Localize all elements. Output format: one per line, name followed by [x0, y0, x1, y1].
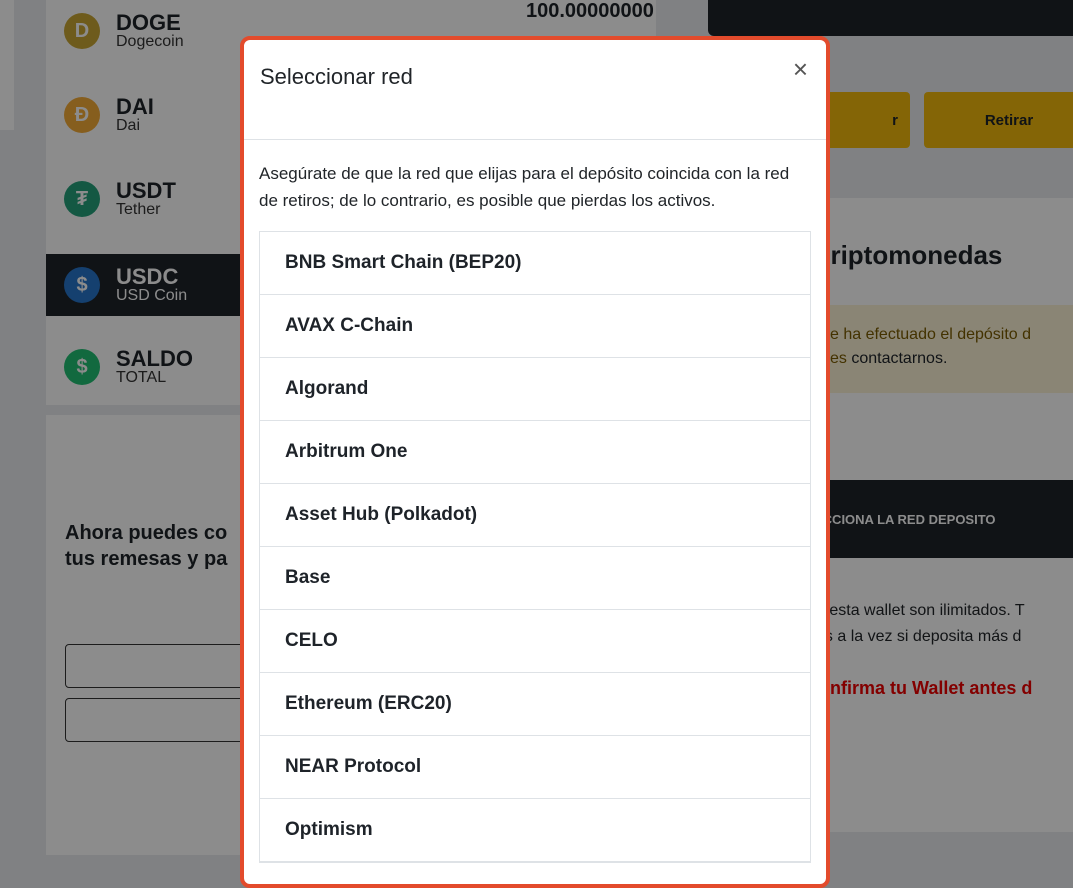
network-option[interactable]: Asset Hub (Polkadot)	[260, 484, 810, 548]
modal-description: Asegúrate de que la red que elijas para …	[259, 164, 790, 211]
network-option[interactable]: AVAX C-Chain	[260, 295, 810, 359]
modal-title: Seleccionar red	[260, 64, 413, 89]
network-list: BNB Smart Chain (BEP20) AVAX C-Chain Algor…	[259, 231, 811, 864]
network-option[interactable]: NEAR Protocol	[260, 736, 810, 800]
modal-header: Seleccionar red ×	[244, 40, 826, 140]
network-option[interactable]: Arbitrum One	[260, 421, 810, 485]
close-icon[interactable]: ×	[793, 56, 808, 82]
modal-body: Asegúrate de que la red que elijas para …	[244, 140, 826, 864]
network-option[interactable]: Optimism	[260, 799, 810, 863]
network-option[interactable]: Algorand	[260, 358, 810, 422]
network-option[interactable]: CELO	[260, 610, 810, 674]
network-option[interactable]: Ethereum (ERC20)	[260, 673, 810, 737]
network-option[interactable]: Base	[260, 547, 810, 611]
network-option[interactable]: BNB Smart Chain (BEP20)	[260, 232, 810, 296]
select-network-modal: Seleccionar red × Asegúrate de que la re…	[240, 36, 830, 888]
